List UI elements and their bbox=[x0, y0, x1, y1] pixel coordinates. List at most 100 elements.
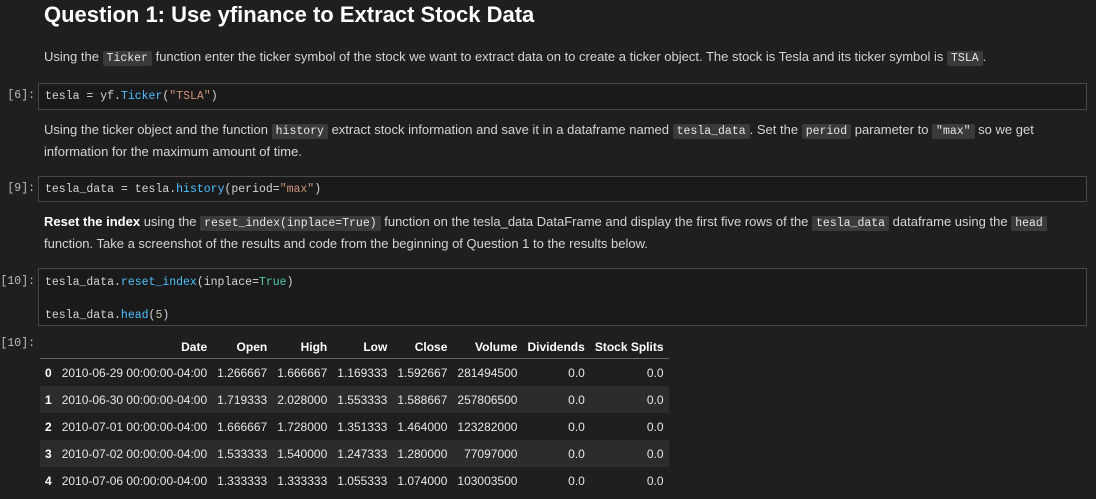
table-cell: 1.592667 bbox=[397, 365, 448, 380]
table-row: 3 2010-07-02 00:00:00-04:00 1.533333 1.5400… bbox=[40, 440, 669, 467]
table-cell: 2010-07-02 00:00:00-04:00 bbox=[56, 440, 213, 467]
column-header: Stock Splits bbox=[589, 336, 669, 359]
table-cell: 0.0 bbox=[568, 473, 585, 488]
md-text: Using the bbox=[44, 49, 103, 64]
table-cell: 257806500 bbox=[452, 386, 523, 413]
table-cell: 1.588667 bbox=[392, 386, 453, 413]
inline-code: "max" bbox=[932, 124, 975, 139]
md-text: function. Take a screenshot of the resul… bbox=[44, 236, 648, 251]
code-token: reset_index bbox=[120, 276, 197, 289]
table-cell: 1.666667 bbox=[277, 365, 328, 380]
row-index: 0 bbox=[45, 365, 52, 380]
code-cell-3[interactable]: tesla_data.reset_index(inplace=True) tes… bbox=[38, 268, 1087, 326]
table-cell: 0.0 bbox=[589, 440, 669, 467]
table-cell: 1.247333 bbox=[332, 440, 393, 467]
dataframe-output: Date Open High Low Close Volume Dividends Stock… bbox=[40, 336, 669, 494]
execution-count: [6]: bbox=[7, 89, 35, 102]
inline-code: Ticker bbox=[102, 51, 152, 66]
code-token: = bbox=[252, 276, 259, 289]
table-cell: 1.280000 bbox=[392, 440, 453, 467]
table-cell: 1.351333 bbox=[337, 419, 388, 434]
md-text: Using the ticker object and the function bbox=[44, 122, 272, 137]
section-heading: Question 1: Use yfinance to Extract Stoc… bbox=[44, 2, 535, 27]
markdown-cell-1: Using the Ticker function enter the tick… bbox=[44, 47, 986, 69]
code-token: = bbox=[114, 183, 135, 196]
table-cell: 1.666667 bbox=[217, 419, 268, 434]
table-cell: 1.540000 bbox=[272, 440, 333, 467]
md-text: function on the tesla_data DataFrame and… bbox=[380, 214, 813, 229]
table-cell: 0.0 bbox=[568, 419, 585, 434]
table-cell: 1.266667 bbox=[217, 365, 268, 380]
table-cell: 0.0 bbox=[522, 440, 590, 467]
table-row: 4 2010-07-06 00:00:00-04:00 1.333333 1.3333… bbox=[40, 467, 669, 494]
table-cell: 2010-07-06 00:00:00-04:00 bbox=[61, 473, 208, 488]
inline-code: TSLA bbox=[947, 51, 983, 66]
md-text: extract stock information and save it in… bbox=[327, 122, 673, 137]
inline-code: history bbox=[271, 124, 328, 139]
code-token: "max" bbox=[279, 183, 315, 196]
table-cell: 1.464000 bbox=[397, 419, 448, 434]
index-header bbox=[40, 336, 57, 359]
code-token: ) bbox=[162, 309, 170, 322]
table-cell: 0.0 bbox=[522, 386, 590, 413]
table-cell: 1.055333 bbox=[337, 473, 388, 488]
md-text: information for the maximum amount of ti… bbox=[44, 144, 302, 159]
table-cell: 123282000 bbox=[457, 419, 518, 434]
row-index: 3 bbox=[40, 440, 57, 467]
column-header: Low bbox=[332, 336, 393, 359]
md-text: using the bbox=[140, 214, 201, 229]
code-token: ) bbox=[286, 276, 294, 289]
code-token: ) bbox=[314, 183, 322, 196]
code-token: = bbox=[272, 183, 280, 196]
table-cell: 0.0 bbox=[646, 419, 664, 434]
output-prompt: [10]: bbox=[0, 337, 35, 350]
md-text: . bbox=[982, 49, 987, 64]
table-cell: 2.028000 bbox=[272, 386, 333, 413]
column-header: Dividends bbox=[522, 336, 590, 359]
table-cell: 281494500 bbox=[457, 365, 518, 380]
table-cell: 0.0 bbox=[646, 473, 664, 488]
code-token: ) bbox=[210, 90, 218, 103]
md-text: dataframe using the bbox=[889, 214, 1012, 229]
execution-count: [9]: bbox=[7, 182, 35, 195]
code-token: history bbox=[176, 183, 225, 196]
markdown-cell-3: Reset the index using the reset_index(in… bbox=[44, 212, 1047, 254]
code-token: "TSLA" bbox=[169, 90, 211, 103]
table-cell: 2010-06-30 00:00:00-04:00 bbox=[56, 386, 213, 413]
table-cell: 1.533333 bbox=[212, 440, 273, 467]
row-index: 1 bbox=[40, 386, 57, 413]
code-token: = bbox=[79, 90, 101, 103]
inline-code: head bbox=[1011, 216, 1047, 231]
execution-count: [10]: bbox=[0, 275, 35, 288]
table-cell: 0.0 bbox=[568, 365, 585, 380]
inline-code: period bbox=[801, 124, 852, 139]
column-header: Open bbox=[212, 336, 273, 359]
code-token: yf. bbox=[100, 90, 121, 103]
row-index: 4 bbox=[45, 473, 52, 488]
table-cell: 2010-06-29 00:00:00-04:00 bbox=[61, 365, 208, 380]
md-text: function enter the ticker symbol of the … bbox=[151, 49, 948, 64]
table-cell: 0.0 bbox=[589, 386, 669, 413]
code-token: tesla bbox=[45, 90, 80, 103]
code-cell-2[interactable]: tesla_data = tesla.history(period="max") bbox=[38, 176, 1087, 202]
code-token: tesla_data bbox=[45, 183, 115, 196]
code-token: Ticker bbox=[120, 90, 163, 103]
table-cell: 2010-07-01 00:00:00-04:00 bbox=[61, 419, 208, 434]
md-text: . Set the bbox=[749, 122, 802, 137]
code-cell-1[interactable]: tesla = yf.Ticker("TSLA") bbox=[38, 83, 1087, 110]
markdown-cell-2: Using the ticker object and the function… bbox=[44, 120, 1034, 162]
table-row: 2 2010-07-01 00:00:00-04:00 1.666667 1.7280… bbox=[40, 413, 669, 440]
column-header: High bbox=[272, 336, 333, 359]
column-header: Volume bbox=[452, 336, 523, 359]
md-bold-text: Reset the index bbox=[44, 214, 141, 229]
code-token: tesla_data. bbox=[45, 309, 121, 322]
inline-code: tesla_data bbox=[672, 124, 750, 139]
table-cell: 1.719333 bbox=[212, 386, 273, 413]
code-token: True bbox=[258, 276, 287, 289]
table-header-row: Date Open High Low Close Volume Dividends Stock… bbox=[40, 336, 669, 359]
code-token: head bbox=[120, 309, 149, 322]
table-cell: 0.0 bbox=[646, 365, 664, 380]
table-cell: 1.553333 bbox=[332, 386, 393, 413]
column-header: Date bbox=[56, 336, 213, 359]
code-token: tesla_data. bbox=[45, 276, 121, 289]
